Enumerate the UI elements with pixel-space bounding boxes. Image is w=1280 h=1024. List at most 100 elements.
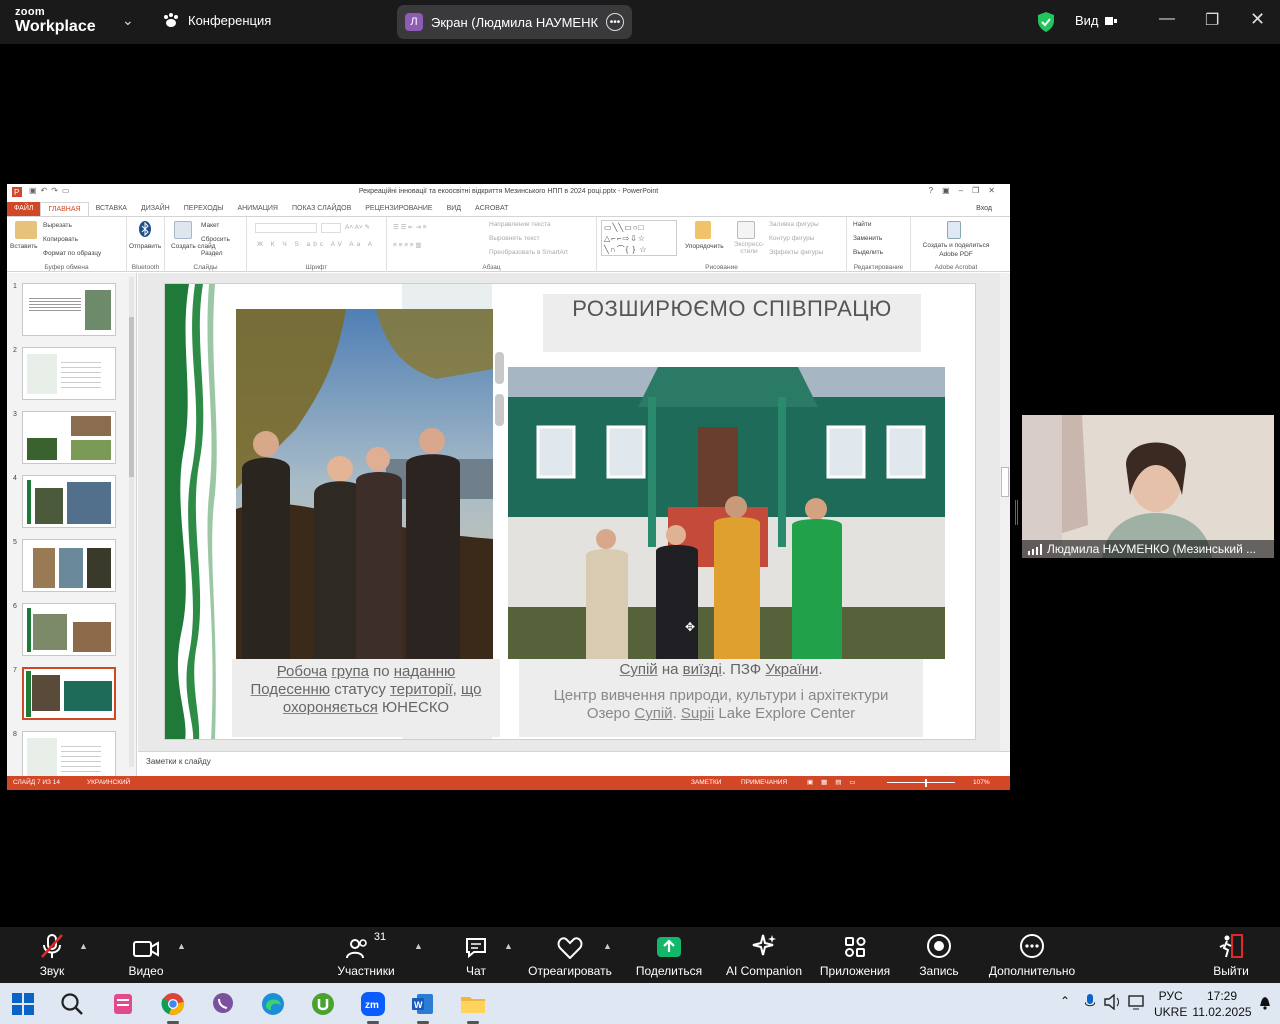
video-button[interactable]: Видео <box>120 927 172 983</box>
tab-review[interactable]: РЕЦЕНЗИРОВАНИЕ <box>358 202 439 216</box>
copy-button[interactable]: Копировать <box>43 236 78 243</box>
slide-thumbnail-selected[interactable] <box>22 667 116 720</box>
screen-share-pill[interactable]: Л Экран (Людмила НАУМЕНКО (I ••• <box>397 5 632 39</box>
ppt-login[interactable]: Вход <box>976 205 992 212</box>
windows-start-icon[interactable] <box>8 989 38 1019</box>
replace-button[interactable]: Заменить <box>853 235 882 242</box>
apps-button[interactable]: Приложения <box>815 927 895 983</box>
notes-button[interactable]: ЗАМЕТКИ <box>691 779 721 786</box>
tab-view[interactable]: ВИД <box>440 202 468 216</box>
more-icon[interactable]: ••• <box>606 13 624 31</box>
slide-thumbnail[interactable] <box>22 283 116 336</box>
notes-pane[interactable]: Заметки к слайду <box>138 751 1010 776</box>
slide-thumbnail[interactable] <box>22 411 116 464</box>
text-direction-button[interactable]: Направление текста <box>489 221 551 228</box>
restore-icon[interactable]: ❐ <box>1205 10 1219 30</box>
shape-outline-button[interactable]: Контур фигуры <box>769 235 814 242</box>
ppt-window-controls[interactable]: ?▣–❐✕ <box>929 186 1004 195</box>
font-size-input[interactable] <box>321 223 341 233</box>
react-button[interactable]: Отреагировать <box>525 927 615 983</box>
tab-slideshow[interactable]: ПОКАЗ СЛАЙДОВ <box>285 202 358 216</box>
file-explorer-icon[interactable] <box>458 989 488 1024</box>
layout-button[interactable]: Макет <box>201 222 219 229</box>
left-caption[interactable]: Робоча група по наданню Подесенню статус… <box>232 663 500 717</box>
slide-title[interactable]: РОЗШИРЮЄМО СПІВПРАЦЮ <box>543 296 921 322</box>
new-slide-icon[interactable] <box>174 221 192 239</box>
minimize-icon[interactable]: — <box>1159 10 1175 28</box>
notepad-app-icon[interactable] <box>108 989 138 1019</box>
view-button[interactable]: Вид <box>1075 13 1117 28</box>
language-indicator[interactable]: УКРАИНСКИЙ <box>87 779 130 786</box>
adobe-create-button[interactable]: Создать и поделиться Adobe PDF <box>915 241 997 259</box>
record-button[interactable]: Запись <box>910 927 968 983</box>
audio-caret-icon[interactable]: ▲ <box>79 941 88 951</box>
adobe-pdf-icon[interactable] <box>947 221 961 239</box>
chat-caret-icon[interactable]: ▲ <box>504 941 513 951</box>
audio-button[interactable]: Звук <box>28 927 76 983</box>
input-language[interactable]: РУС UKRE <box>1154 988 1187 1020</box>
zoom-level[interactable]: 107% <box>973 779 990 786</box>
viber-app-icon[interactable] <box>208 989 238 1019</box>
new-slide-button[interactable]: Создать слайд <box>171 243 216 250</box>
slide-thumbnail[interactable] <box>22 475 116 528</box>
search-icon[interactable] <box>57 989 87 1019</box>
participant-video[interactable] <box>1022 415 1274 558</box>
align-text-button[interactable]: Выровнять текст <box>489 235 540 242</box>
comments-button[interactable]: ПРИМЕЧАНИЯ <box>741 779 787 786</box>
quick-styles-icon[interactable] <box>737 221 755 239</box>
tab-home[interactable]: ГЛАВНАЯ <box>40 202 89 216</box>
video-caret-icon[interactable]: ▲ <box>177 941 186 951</box>
shield-check-icon[interactable] <box>1036 11 1056 38</box>
ai-companion-button[interactable]: AI Companion <box>722 927 806 983</box>
share-button[interactable]: Поделиться <box>632 927 706 983</box>
smartart-button[interactable]: Преобразовать в SmartArt <box>489 249 568 256</box>
shapes-gallery[interactable]: ▭╲╲▭○□ △⌐⌐⇨⇩☆ ╲∩⌒{ } ☆ <box>601 220 677 256</box>
view-mode-icons[interactable]: ▣▦▤▭ <box>807 778 864 786</box>
reset-button[interactable]: Сбросить <box>201 236 230 243</box>
close-icon[interactable]: ✕ <box>1250 9 1265 30</box>
microphone-icon[interactable] <box>1084 994 1096 1013</box>
participants-caret-icon[interactable]: ▲ <box>414 941 423 951</box>
font-size-icons[interactable]: A˄ A˅ ✎ <box>345 223 370 231</box>
slide-thumbnail[interactable] <box>22 731 116 776</box>
utorrent-app-icon[interactable] <box>308 989 338 1019</box>
thumbnail-scrollbar[interactable] <box>129 277 134 767</box>
format-painter-button[interactable]: Формат по образцу <box>43 250 101 257</box>
word-app-icon[interactable]: W <box>408 989 438 1024</box>
send-button[interactable]: Отправить <box>129 243 161 250</box>
chevron-down-icon[interactable]: ⌄ <box>122 12 134 29</box>
slide-thumbnail[interactable] <box>22 539 116 592</box>
chat-button[interactable]: Чат <box>455 927 497 983</box>
react-caret-icon[interactable]: ▲ <box>603 941 612 951</box>
conference-button[interactable]: Конференция <box>162 12 271 28</box>
align-icons[interactable]: ≡ ≡ ≡ ≡ ▥ <box>393 241 422 249</box>
section-button[interactable]: Раздел <box>201 250 222 257</box>
paste-button[interactable]: Вставить <box>10 243 38 250</box>
cut-button[interactable]: Вырезать <box>43 222 72 229</box>
font-name-input[interactable] <box>255 223 317 233</box>
clock[interactable]: 17:29 11.02.2025 <box>1190 988 1254 1020</box>
zoom-app-icon[interactable]: zm <box>358 989 388 1024</box>
leave-button[interactable]: Выйти <box>1208 927 1254 983</box>
paste-icon[interactable] <box>15 221 37 239</box>
select-button[interactable]: Выделить <box>853 249 883 256</box>
tray-overflow-icon[interactable]: ⌃ <box>1060 994 1070 1008</box>
arrange-button[interactable]: Упорядочить <box>685 243 724 250</box>
tab-design[interactable]: ДИЗАЙН <box>134 202 177 216</box>
font-format-icons[interactable]: Ж К Ч S abc AV Aa A <box>257 241 375 248</box>
shape-effects-button[interactable]: Эффекты фигуры <box>769 249 823 256</box>
participants-button[interactable]: 31 Участники <box>330 927 402 983</box>
tab-file[interactable]: ФАЙЛ <box>7 202 41 216</box>
zoom-slider-thumb[interactable] <box>925 779 927 787</box>
volume-icon[interactable] <box>1104 993 1122 1013</box>
slide-thumbnail[interactable] <box>22 347 116 400</box>
tab-animations[interactable]: АНИМАЦИЯ <box>230 202 285 216</box>
list-icons[interactable]: ☰ ☰ ⇤ ⇥ ≡ <box>393 223 427 231</box>
slide-thumbnail[interactable] <box>22 603 116 656</box>
network-icon[interactable] <box>1128 994 1146 1013</box>
shape-fill-button[interactable]: Заливка фигуры <box>769 221 819 228</box>
edge-app-icon[interactable] <box>258 989 288 1019</box>
more-button[interactable]: Дополнительно <box>986 927 1078 983</box>
tab-insert[interactable]: ВСТАВКА <box>89 202 134 216</box>
tab-transitions[interactable]: ПЕРЕХОДЫ <box>177 202 231 216</box>
